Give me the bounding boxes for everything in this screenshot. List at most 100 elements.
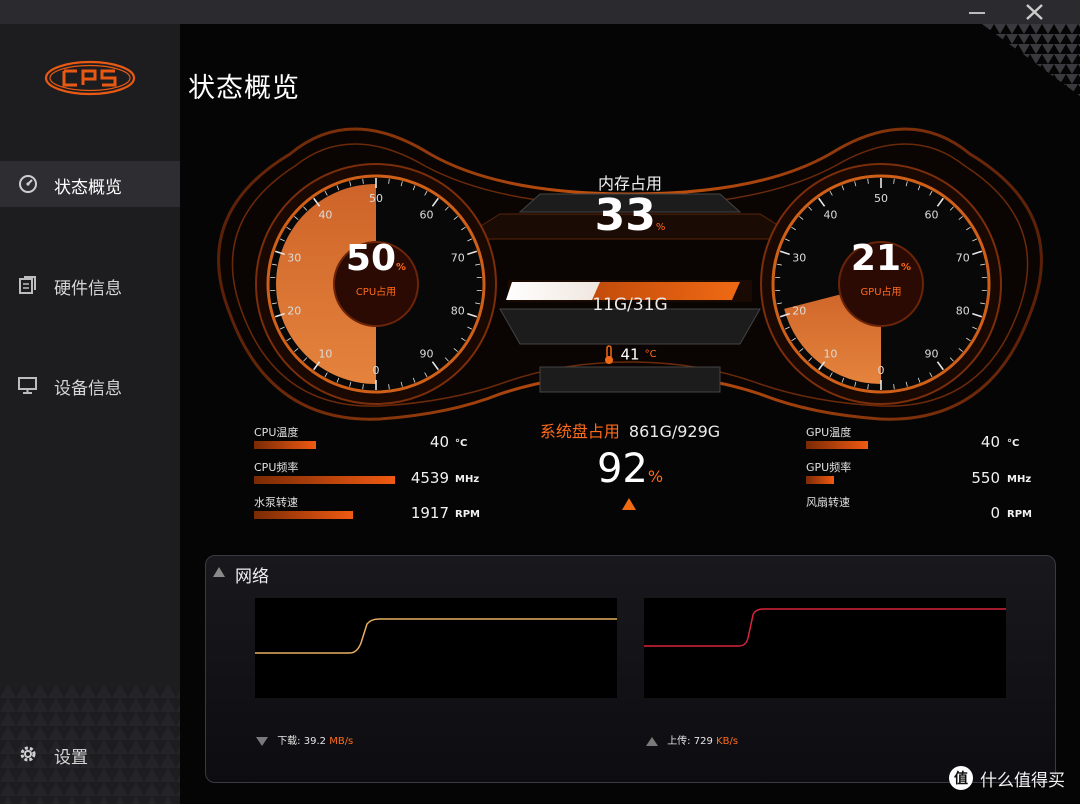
disk-title: 系统盘占用: [539, 422, 620, 441]
download-stat: 下载: 39.2 MB/s: [256, 732, 353, 747]
gpu-gauge-tick-label: 0: [878, 364, 885, 377]
gpu-freq-bar: [806, 476, 834, 484]
gpu-temp-label: GPU温度: [806, 426, 852, 439]
gpu-gauge-tick-label: 10: [823, 348, 837, 361]
cpu-usage-label: CPU占用: [355, 287, 397, 298]
disk-usage: 系统盘占用 861G/929G: [530, 418, 730, 442]
gpu-gauge-tick-label: 50: [874, 192, 888, 205]
download-arrow-icon: [256, 736, 268, 746]
gpu-gauge-tick-label: 20: [792, 305, 806, 318]
cpu-gauge-tick-label: 70: [451, 251, 465, 264]
fan-speed-unit: RPM: [1007, 509, 1032, 520]
upload-chart: [644, 598, 1006, 698]
gpu-gauge-value-box: 21%: [841, 238, 921, 279]
memory-temp: 41 °C: [580, 344, 680, 365]
monitor-icon: [18, 377, 37, 394]
gpu-gauge-tick-label: 40: [823, 208, 837, 221]
fan-speed-value: 0: [990, 504, 1000, 522]
app-window: 状态概览 硬件信息 设备信息 设置 状态概览 0 10 20 30 40 50 …: [0, 24, 1080, 804]
cpu-gauge-tick-label: 80: [451, 305, 465, 318]
corner-pattern: [982, 24, 1080, 96]
sidebar-item-settings[interactable]: 设置: [0, 731, 180, 777]
minimize-icon: [969, 12, 985, 14]
cpu-temp-label: CPU温度: [254, 426, 299, 439]
pump-speed-bar: [254, 511, 353, 519]
triangle-up-icon: [622, 498, 636, 510]
gpu-freq-unit: MHz: [1007, 474, 1032, 485]
cpu-usage-value: 50: [345, 238, 397, 279]
disk-usage-text: 861G/929G: [628, 422, 721, 441]
close-icon: [1026, 4, 1043, 20]
cpu-temp-unit: °C: [455, 438, 468, 449]
gpu-gauge-tick-label: 90: [925, 348, 939, 361]
gear-icon: [20, 746, 36, 762]
cps-logo: [44, 60, 136, 96]
cpu-gauge-tick-label: 30: [287, 251, 301, 264]
sidebar-item-overview[interactable]: 状态概览: [0, 161, 180, 207]
sidebar-item-label: 硬件信息: [54, 279, 122, 299]
gpu-freq-label: GPU频率: [806, 461, 852, 474]
download-chart: [255, 598, 617, 698]
memory-usage-text: 11G/31G: [592, 295, 668, 315]
dashboard-gauges: 0 10 20 30 40 50 60 70 80 90 0 10 20 30 40 50 60 70 80 90: [217, 127, 1043, 421]
watermark-text: 什么值得买: [980, 770, 1065, 791]
gpu-usage-value: 21: [850, 238, 902, 279]
pump-speed-unit: RPM: [455, 509, 480, 520]
upload-unit: KB/s: [716, 736, 739, 747]
upload-stat: 上传: 729 KB/s: [646, 732, 738, 747]
pump-speed-value: 1917: [410, 504, 449, 522]
gpu-gauge-tick-label: 70: [956, 251, 970, 264]
gpu-freq-value: 550: [971, 469, 1000, 487]
cpu-freq-value: 4539: [410, 469, 449, 487]
cpu-gauge-tick-label: 90: [420, 348, 434, 361]
upload-value: 729: [693, 736, 713, 747]
watermark-logo-icon: 值: [949, 766, 973, 790]
gpu-gauge-tick-label: 60: [925, 208, 939, 221]
collapse-arrow-icon[interactable]: [213, 567, 225, 577]
cpu-gauge-tick-label: 10: [318, 348, 332, 361]
memory-temp-unit: °C: [644, 349, 657, 360]
download-unit: MB/s: [329, 736, 354, 747]
memory-value-box: 33%: [580, 190, 680, 241]
cpu-gauge-tick-label: 20: [287, 305, 301, 318]
disk-usage-unit: %: [647, 467, 664, 486]
fan-speed-label: 风扇转速: [806, 496, 850, 509]
hardware-icon: [19, 276, 36, 294]
gpu-temp-bar: [806, 441, 868, 449]
memory-usage-value: 33: [594, 190, 656, 241]
sidebar-item-device[interactable]: 设备信息: [0, 362, 180, 408]
disk-value-box: 92%: [580, 446, 680, 492]
memory-usage-unit: %: [655, 222, 666, 233]
network-panel: 网络 下载: 39.2 MB/s 上传: 729 KB/s: [205, 555, 1056, 783]
watermark: 值 什么值得买: [948, 765, 1065, 791]
upload-label: 上传:: [667, 736, 691, 747]
download-label: 下载:: [277, 736, 301, 747]
sidebar-item-hardware[interactable]: 硬件信息: [0, 262, 180, 308]
cpu-gauge-value-box: 50%: [336, 238, 416, 279]
cpu-freq-unit: MHz: [455, 474, 480, 485]
sidebar: 状态概览 硬件信息 设备信息 设置: [0, 24, 180, 804]
upload-arrow-icon: [646, 736, 658, 746]
cpu-temp-value: 40: [429, 433, 449, 451]
disk-usage-value: 92: [596, 446, 648, 492]
window-titlebar: [0, 0, 1080, 24]
pump-speed-label: 水泵转速: [254, 496, 298, 509]
cpu-gauge-tick-label: 0: [373, 364, 380, 377]
cpu-freq-label: CPU频率: [254, 461, 299, 474]
gpu-gauge-tick-label: 30: [792, 251, 806, 264]
gpu-usage-unit: %: [901, 262, 912, 273]
thermometer-icon: [605, 344, 614, 364]
cpu-gauge-tick-label: 50: [369, 192, 383, 205]
cpu-usage-unit: %: [396, 262, 407, 273]
gpu-usage-label: GPU占用: [860, 287, 902, 298]
cpu-gauge-tick-label: 40: [318, 208, 332, 221]
cpu-gauge-tick-label: 60: [420, 208, 434, 221]
gpu-temp-unit: °C: [1007, 438, 1020, 449]
gpu-temp-value: 40: [980, 433, 1000, 451]
memory-temp-value: 41: [620, 345, 640, 364]
minimize-button[interactable]: [961, 0, 993, 24]
download-value: 39.2: [303, 736, 327, 747]
gpu-gauge-tick-label: 80: [956, 305, 970, 318]
sidebar-item-label: 设置: [54, 748, 88, 768]
close-button[interactable]: [1018, 0, 1050, 24]
